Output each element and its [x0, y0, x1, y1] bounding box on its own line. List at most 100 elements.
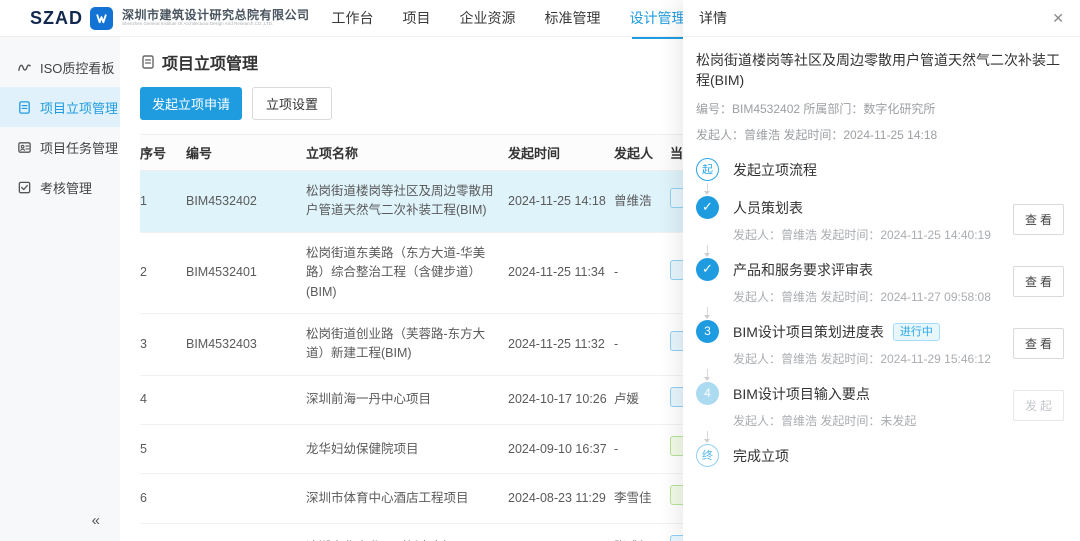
cell-initiator: 卢媛	[614, 375, 670, 424]
step-status-badge: 进行中	[893, 323, 940, 341]
page-title-icon	[140, 54, 156, 70]
drawer-header: 详情 ✕	[683, 0, 1080, 37]
cell-name: 深圳市体育中心酒店工程项目	[306, 474, 508, 523]
cell-name: 清湖文化产业园（暂定名）	[306, 523, 508, 541]
sidebar-item-project-initiation[interactable]: 项目立项管理	[0, 87, 120, 127]
company-name: 深圳市建筑设计研究总院有限公司	[122, 9, 310, 22]
project-meta-initiator-time: 发起人：曾维浩 发起时间：2024-11-25 14:18	[696, 126, 1064, 143]
col-name: 立项名称	[306, 135, 508, 171]
table-row[interactable]: 1 BIM4532402 松岗街道楼岗等社区及周边零散用户管道天然气二次补装工程…	[140, 171, 760, 233]
nav-item[interactable]: 项目	[403, 8, 431, 28]
step-title: 完成立项	[733, 446, 789, 466]
step-node-icon: ✓	[696, 196, 719, 219]
step-action-button[interactable]: 查看	[1013, 204, 1064, 235]
step-node-icon: 终	[696, 444, 719, 467]
sidebar-item-label: 项目立项管理	[40, 98, 118, 117]
sidebar-item-project-tasks[interactable]: 项目任务管理	[0, 127, 120, 167]
sidebar-item-iso-board[interactable]: ISO质控看板	[0, 47, 120, 87]
sidebar-item-assessment[interactable]: 考核管理	[0, 167, 120, 207]
step-action-button[interactable]: 查看	[1013, 328, 1064, 359]
cell-initiator: -	[614, 232, 670, 313]
cell-seq: 7	[140, 523, 186, 541]
timeline-step: 4 BIM设计项目输入要点 发起人：曾维浩 发起时间：未发起 发起	[696, 382, 1064, 429]
cell-seq: 5	[140, 425, 186, 474]
cell-time: 2024-05-20 11:39	[508, 523, 614, 541]
cell-name: 深圳前海一丹中心项目	[306, 375, 508, 424]
cell-initiator: 曾维浩	[614, 171, 670, 233]
cell-initiator: 李雪佳	[614, 474, 670, 523]
cell-initiator: -	[614, 425, 670, 474]
step-title: 发起立项流程	[733, 160, 817, 180]
task-board-icon	[17, 140, 32, 155]
cell-name: 松岗街道楼岗等社区及周边零散用户管道天然气二次补装工程(BIM)	[306, 171, 508, 233]
timeline-step: ✓ 人员策划表 发起人：曾维浩 发起时间：2024-11-25 14:40:19…	[696, 196, 1064, 243]
table-row[interactable]: 5 龙华妇幼保健院项目 2024-09-10 16:37 -	[140, 425, 760, 474]
check-square-icon	[17, 180, 32, 195]
quality-wave-icon	[17, 60, 32, 75]
cell-initiator: 张成杨	[614, 523, 670, 541]
step-node-icon: 3	[696, 320, 719, 343]
initiation-settings-button[interactable]: 立项设置	[252, 87, 332, 120]
step-action-button[interactable]: 查看	[1013, 266, 1064, 297]
table-row[interactable]: 6 深圳市体育中心酒店工程项目 2024-08-23 11:29 李雪佳	[140, 474, 760, 523]
cell-code: BIM4532401	[186, 232, 306, 313]
col-code: 编号	[186, 135, 306, 171]
detail-drawer: 详情 ✕ 松岗街道楼岗等社区及周边零散用户管道天然气二次补装工程(BIM) 编号…	[683, 0, 1080, 541]
table-row[interactable]: 7 SZB3082201 清湖文化产业园（暂定名） 2024-05-20 11:…	[140, 523, 760, 541]
step-meta: 发起人：曾维浩 发起时间：2024-11-25 14:40:19	[733, 226, 1003, 243]
cell-code	[186, 474, 306, 523]
close-icon[interactable]: ✕	[1052, 10, 1064, 27]
logo-icon	[90, 7, 113, 30]
cell-initiator: -	[614, 313, 670, 375]
cell-code	[186, 375, 306, 424]
logo: SZAD 深圳市建筑设计研究总院有限公司 Shenzhen General In…	[30, 7, 310, 30]
cell-code: BIM4532403	[186, 313, 306, 375]
app-window: SZAD 深圳市建筑设计研究总院有限公司 Shenzhen General In…	[0, 0, 1080, 541]
company-name-en: Shenzhen General Institute Of Architectu…	[122, 22, 291, 27]
sidebar-item-label: ISO质控看板	[40, 58, 114, 77]
cell-code: SZB3082201	[186, 523, 306, 541]
col-initiator: 发起人	[614, 135, 670, 171]
step-meta: 发起人：曾维浩 发起时间：未发起	[733, 412, 1003, 429]
table-row[interactable]: 2 BIM4532401 松岗街道东美路（东方大道-华美路）综合整治工程（含健步…	[140, 232, 760, 313]
cell-seq: 1	[140, 171, 186, 233]
step-title: 产品和服务要求评审表	[733, 260, 873, 280]
sidebar-item-label: 项目任务管理	[40, 138, 118, 157]
cell-seq: 2	[140, 232, 186, 313]
cell-time: 2024-09-10 16:37	[508, 425, 614, 474]
cell-time: 2024-10-17 10:26	[508, 375, 614, 424]
table-row[interactable]: 4 深圳前海一丹中心项目 2024-10-17 10:26 卢媛	[140, 375, 760, 424]
table-row[interactable]: 3 BIM4532403 松岗街道创业路（芙蓉路-东方大道）新建工程(BIM) …	[140, 313, 760, 375]
table-header-row: 序号 编号 立项名称 发起时间 发起人 当前状态	[140, 135, 760, 171]
col-seq: 序号	[140, 135, 186, 171]
cell-code: BIM4532402	[186, 171, 306, 233]
company-block: 深圳市建筑设计研究总院有限公司 Shenzhen General Institu…	[122, 9, 310, 28]
cell-time: 2024-11-25 14:18	[508, 171, 614, 233]
create-initiation-button[interactable]: 发起立项申请	[140, 87, 242, 120]
cell-time: 2024-08-23 11:29	[508, 474, 614, 523]
document-icon	[17, 100, 32, 115]
step-meta: 发起人：曾维浩 发起时间：2024-11-27 09:58:08	[733, 288, 1003, 305]
cell-seq: 6	[140, 474, 186, 523]
step-node-icon: ✓	[696, 258, 719, 281]
cell-name: 龙华妇幼保健院项目	[306, 425, 508, 474]
nav-item[interactable]: 设计管理	[630, 8, 686, 28]
drawer-body: 松岗街道楼岗等社区及周边零散用户管道天然气二次补装工程(BIM) 编号：BIM4…	[683, 37, 1080, 467]
nav-item[interactable]: 工作台	[332, 8, 374, 28]
timeline-step: 终 完成立项	[696, 444, 1064, 467]
nav-item[interactable]: 标准管理	[545, 8, 601, 28]
timeline-step: 3 BIM设计项目策划进度表 进行中 发起人：曾维浩 发起时间：2024-11-…	[696, 320, 1064, 367]
page-title: 项目立项管理	[162, 50, 258, 74]
nav-item[interactable]: 企业资源	[460, 8, 516, 28]
step-title: BIM设计项目策划进度表	[733, 322, 884, 342]
col-time: 发起时间	[508, 135, 614, 171]
collapse-sidebar-button[interactable]: «	[92, 512, 100, 529]
cell-name: 松岗街道创业路（芙蓉路-东方大道）新建工程(BIM)	[306, 313, 508, 375]
step-node-icon: 起	[696, 158, 719, 181]
projects-table: 序号 编号 立项名称 发起时间 发起人 当前状态 1 BIM4532402 松岗…	[140, 134, 760, 541]
timeline-step: ✓ 产品和服务要求评审表 发起人：曾维浩 发起时间：2024-11-27 09:…	[696, 258, 1064, 305]
sidebar: ISO质控看板 项目立项管理 项目任务管理 考核管理 «	[0, 37, 120, 541]
logo-text: SZAD	[30, 8, 83, 29]
step-action-button[interactable]: 发起	[1013, 390, 1064, 421]
step-meta: 发起人：曾维浩 发起时间：2024-11-29 15:46:12	[733, 350, 1003, 367]
